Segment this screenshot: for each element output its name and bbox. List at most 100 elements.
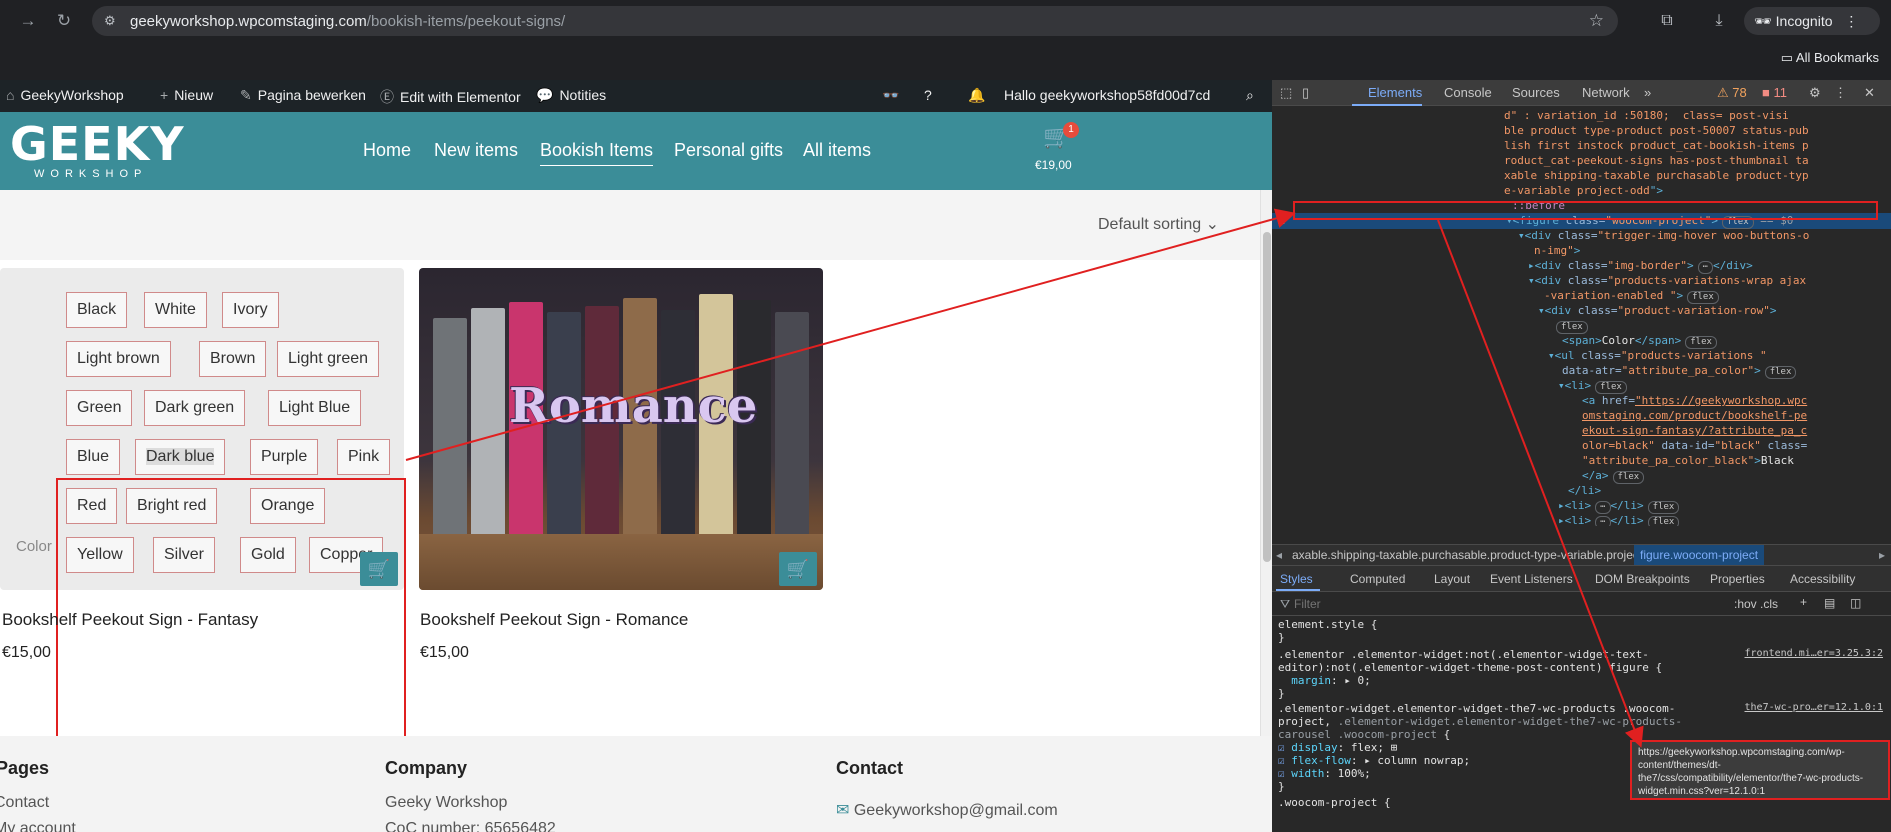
dom-line-selected-figure[interactable]: ▾<figure class="woocom-project"> flex == … — [1506, 213, 1793, 229]
address-bar[interactable]: ⚙ geekyworkshop.wpcomstaging.com/bookish… — [92, 6, 1618, 36]
dom-line[interactable]: <a href="https://geekyworkshop.wpc — [1582, 393, 1807, 408]
css-line[interactable]: element.style { — [1278, 618, 1377, 631]
devtools-menu-icon[interactable]: ⋮ — [1834, 85, 1847, 101]
forward-icon[interactable]: → — [16, 10, 40, 32]
dom-line[interactable]: e-variable project-odd"> — [1504, 183, 1663, 198]
download-icon[interactable]: ⤓ — [1708, 10, 1730, 32]
css-line[interactable]: } — [1278, 780, 1285, 793]
dom-line[interactable]: ble product type-product post-50007 stat… — [1504, 123, 1809, 138]
swatch-light-brown[interactable]: Light brown — [66, 341, 171, 377]
dom-line[interactable]: data-atr="attribute_pa_color"> flex — [1562, 363, 1797, 379]
wp-greeting[interactable]: Hallo geekyworkshop58fd00d7cd — [1004, 87, 1210, 103]
sorting-select[interactable]: Default sorting ⌄ — [1098, 214, 1219, 234]
css-line[interactable]: .elementor .elementor-widget:not(.elemen… — [1278, 648, 1649, 661]
all-bookmarks[interactable]: ▭ All Bookmarks — [1781, 50, 1879, 66]
menu-bookish-items[interactable]: Bookish Items — [540, 140, 654, 166]
new-rule-icon[interactable]: + — [1800, 595, 1807, 609]
wp-site-name[interactable]: ⌂ GeekyWorkshop — [6, 87, 124, 103]
settings-gear-icon[interactable]: ⚙ — [1809, 85, 1821, 101]
dom-line[interactable]: flex — [1552, 318, 1588, 334]
swatch-green[interactable]: Green — [66, 390, 133, 426]
swatch-white[interactable]: White — [144, 292, 207, 328]
menu-home[interactable]: Home — [363, 140, 411, 161]
tab-elements[interactable]: Elements — [1368, 85, 1422, 100]
swatch-dark-blue[interactable]: Dark blue — [135, 439, 226, 475]
extensions-icon[interactable]: ⧉ — [1656, 10, 1678, 32]
dom-line[interactable]: n-img"> — [1534, 243, 1580, 258]
add-to-cart-button[interactable]: 🛒 — [360, 552, 398, 586]
css-line[interactable]: carousel .woocom-project { — [1278, 728, 1450, 741]
dom-line[interactable]: ▸<div class="img-border"> ⋯ </div> — [1528, 258, 1753, 274]
menu-new-items[interactable]: New items — [434, 140, 518, 161]
dom-line[interactable]: ▾<div class="trigger-img-hover woo-butto… — [1518, 228, 1809, 243]
css-line[interactable]: .elementor-widget.elementor-widget-the7-… — [1278, 702, 1675, 715]
dom-line[interactable]: "attribute_pa_color_black">Black — [1582, 453, 1794, 468]
wp-new[interactable]: + Nieuw — [160, 87, 213, 103]
dom-line[interactable]: ekout-sign-fantasy/?attribute_pa_c — [1582, 423, 1807, 438]
menu-personal-gifts[interactable]: Personal gifts — [674, 140, 783, 161]
styles-filter-input[interactable] — [1294, 595, 1634, 613]
wp-notes[interactable]: 💬 Notities — [536, 87, 606, 104]
dom-line[interactable]: ::before — [1512, 198, 1565, 213]
sidebar-toggle-icon[interactable]: ◫ — [1850, 596, 1861, 610]
add-to-cart-button-romance[interactable]: 🛒 — [779, 552, 817, 586]
tab-sources[interactable]: Sources — [1512, 85, 1560, 100]
css-line[interactable]: project, .elementor-widget.elementor-wid… — [1278, 715, 1682, 728]
scrollbar-thumb[interactable] — [1263, 232, 1271, 562]
reload-icon[interactable]: ↻ — [52, 10, 76, 32]
swatch-dark-green[interactable]: Dark green — [144, 390, 246, 426]
search-icon[interactable]: ⌕ — [1246, 87, 1254, 104]
dom-line[interactable]: omstaging.com/product/bookshelf-pe — [1582, 408, 1807, 423]
css-line[interactable]: } — [1278, 687, 1285, 700]
dom-line[interactable]: <span>Color</span> flex — [1562, 333, 1717, 349]
css-line[interactable]: margin: ▸ 0; — [1278, 674, 1371, 687]
hov-cls-toggles[interactable]: :hov .cls — [1734, 597, 1778, 611]
css-line[interactable]: ☑ width: 100%; — [1278, 767, 1371, 780]
dom-line[interactable]: ▾<li> flex — [1558, 378, 1627, 394]
dom-line[interactable]: d" : variation_id :50180; class= post-vi… — [1504, 108, 1789, 123]
subtab-computed[interactable]: Computed — [1350, 572, 1405, 586]
css-line[interactable]: } — [1278, 631, 1285, 644]
dom-line[interactable]: ▾<div class="product-variation-row"> — [1538, 303, 1776, 318]
close-icon[interactable]: ✕ — [1864, 85, 1875, 101]
footer-account-link[interactable]: My account — [0, 820, 76, 832]
device-toggle-icon[interactable]: ▯ — [1302, 85, 1309, 101]
swatch-pink[interactable]: Pink — [337, 439, 391, 475]
css-source-link[interactable]: frontend.mi…er=3.25.3:2 — [1745, 648, 1883, 659]
css-line[interactable]: ☑ display: flex; ⊞ — [1278, 741, 1397, 754]
swatch-purple[interactable]: Purple — [250, 439, 319, 475]
dom-line-selected[interactable]: … — [1278, 213, 1285, 228]
dom-tree[interactable]: d" : variation_id :50180; class= post-vi… — [1272, 106, 1891, 526]
inspect-icon[interactable]: ⬚ — [1280, 85, 1292, 101]
swatch-light-blue[interactable]: Light Blue — [268, 390, 362, 426]
bell-icon[interactable]: 🔔 — [968, 87, 985, 104]
dom-line[interactable]: roduct_cat-peekout-signs has-post-thumbn… — [1504, 153, 1809, 168]
help-icon[interactable]: ? — [924, 87, 932, 103]
site-logo[interactable]: GEEKY WORKSHOP — [10, 120, 185, 180]
subtab-styles[interactable]: Styles — [1280, 572, 1313, 586]
site-info-icon[interactable]: ⚙ — [104, 13, 116, 29]
dom-line[interactable]: ▾<div class="products-variations-wrap aj… — [1528, 273, 1806, 288]
css-line[interactable]: ☑ flex-flow: ▸ column nowrap; — [1278, 754, 1470, 767]
warnings-count[interactable]: ⚠ 78 — [1717, 85, 1747, 101]
more-tabs-icon[interactable]: » — [1644, 85, 1651, 100]
crumb-right-arrow-icon[interactable]: ▸ — [1879, 548, 1885, 562]
swatch-ivory[interactable]: Ivory — [222, 292, 279, 328]
subtab-accessibility[interactable]: Accessibility — [1790, 572, 1855, 586]
crumb-item-figure[interactable]: figure.woocom-project — [1634, 545, 1765, 565]
menu-dots-icon[interactable]: ⋮ — [1844, 13, 1858, 29]
dom-line[interactable]: -variation-enabled "> flex — [1544, 288, 1719, 304]
dom-line[interactable]: ▸<li> ⋯ </li> flex — [1558, 498, 1680, 514]
swatch-light-green[interactable]: Light green — [277, 341, 380, 377]
crumb-item-article[interactable]: axable.shipping-taxable.purchasable.prod… — [1292, 548, 1666, 562]
wp-edit-page[interactable]: ✎ Pagina bewerken — [240, 87, 366, 104]
dom-line[interactable]: xable shipping-taxable purchasable produ… — [1504, 168, 1809, 183]
product-title-romance[interactable]: Bookshelf Peekout Sign - Romance — [420, 610, 688, 630]
subtab-event-listeners[interactable]: Event Listeners — [1490, 572, 1573, 586]
swatch-black[interactable]: Black — [66, 292, 128, 328]
swatch-brown[interactable]: Brown — [199, 341, 267, 377]
dom-line[interactable]: </li> — [1568, 483, 1601, 498]
dom-line[interactable]: ▸<li> ⋯ </li> flex — [1558, 513, 1680, 526]
wp-edit-elementor[interactable]: Ⓔ Edit with Elementor — [380, 87, 521, 107]
dom-line[interactable]: ▾<ul class="products-variations " — [1548, 348, 1767, 363]
